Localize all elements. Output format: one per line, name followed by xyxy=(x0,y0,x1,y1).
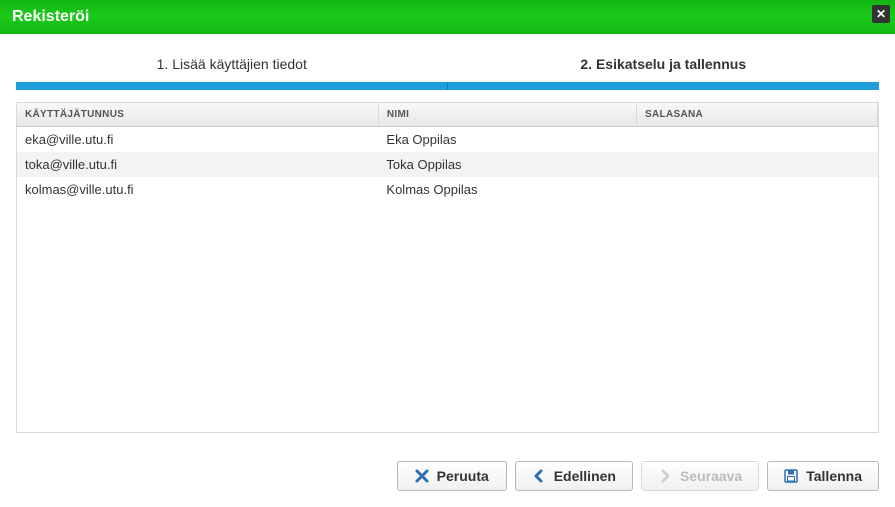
cell-password xyxy=(637,127,878,153)
users-table: KÄYTTÄJÄTUNNUS NIMI SALASANA eka@ville.u… xyxy=(17,103,878,202)
col-username: KÄYTTÄJÄTUNNUS xyxy=(17,103,378,127)
chevron-right-icon xyxy=(658,469,672,483)
previous-button[interactable]: Edellinen xyxy=(515,461,633,491)
close-x-icon xyxy=(415,469,429,483)
dialog-title: Rekisteröi xyxy=(12,8,89,25)
progress-seg-1 xyxy=(16,82,447,90)
cell-user: toka@ville.utu.fi xyxy=(17,152,378,177)
col-name: NIMI xyxy=(378,103,636,127)
cell-password xyxy=(637,152,878,177)
next-label: Seuraava xyxy=(680,468,742,484)
step-1[interactable]: 1. Lisää käyttäjien tiedot xyxy=(16,50,448,78)
close-icon[interactable]: ✕ xyxy=(872,5,890,23)
next-button: Seuraava xyxy=(641,461,759,491)
step-2[interactable]: 2. Esikatselu ja tallennus xyxy=(448,50,880,78)
chevron-left-icon xyxy=(532,469,546,483)
wizard-steps: 1. Lisää käyttäjien tiedot 2. Esikatselu… xyxy=(16,50,879,78)
button-bar: Peruuta Edellinen Seuraava Tallenna xyxy=(0,449,895,507)
cell-name: Eka Oppilas xyxy=(378,127,636,153)
cancel-label: Peruuta xyxy=(437,468,489,484)
cell-user: kolmas@ville.utu.fi xyxy=(17,177,378,202)
table-row[interactable]: toka@ville.utu.fi Toka Oppilas xyxy=(17,152,878,177)
progress-bar xyxy=(16,82,879,90)
cell-name: Toka Oppilas xyxy=(378,152,636,177)
save-button[interactable]: Tallenna xyxy=(767,461,879,491)
register-dialog: Rekisteröi ✕ 1. Lisää käyttäjien tiedot … xyxy=(0,0,895,507)
dialog-header: Rekisteröi ✕ xyxy=(0,0,895,34)
cell-name: Kolmas Oppilas xyxy=(378,177,636,202)
cancel-button[interactable]: Peruuta xyxy=(397,461,507,491)
table-row[interactable]: eka@ville.utu.fi Eka Oppilas xyxy=(17,127,878,153)
cell-password xyxy=(637,177,878,202)
cell-user: eka@ville.utu.fi xyxy=(17,127,378,153)
save-label: Tallenna xyxy=(806,468,862,484)
col-password: SALASANA xyxy=(637,103,878,127)
users-table-wrap: KÄYTTÄJÄTUNNUS NIMI SALASANA eka@ville.u… xyxy=(16,102,879,433)
dialog-content: 1. Lisää käyttäjien tiedot 2. Esikatselu… xyxy=(0,34,895,449)
floppy-save-icon xyxy=(784,469,798,483)
previous-label: Edellinen xyxy=(554,468,616,484)
table-row[interactable]: kolmas@ville.utu.fi Kolmas Oppilas xyxy=(17,177,878,202)
progress-seg-2 xyxy=(447,82,879,90)
